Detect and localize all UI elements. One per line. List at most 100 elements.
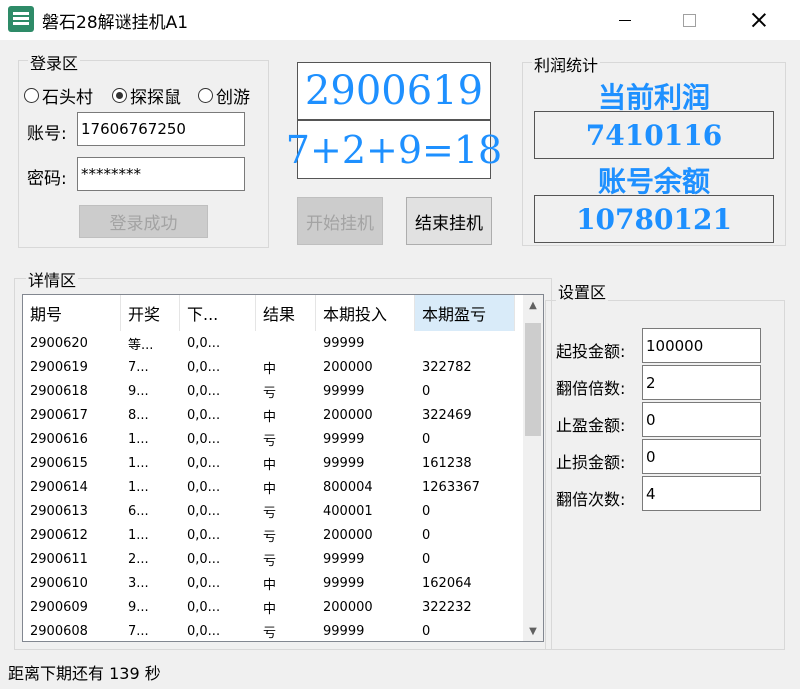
table-row[interactable]: 2900618 9... 0,0... 亏 99999 0 bbox=[23, 379, 523, 403]
cell-outcome: 中 bbox=[263, 577, 277, 593]
cell-result-number: 7... bbox=[128, 623, 149, 639]
cell-bet: 0,0... bbox=[187, 383, 221, 399]
cell-period: 2900612 bbox=[30, 527, 88, 543]
maximize-button[interactable] bbox=[660, 0, 718, 40]
col-header-outcome[interactable]: 结果 bbox=[256, 295, 316, 331]
cell-investment: 99999 bbox=[323, 383, 365, 399]
cell-outcome: 亏 bbox=[263, 433, 277, 449]
cell-investment: 99999 bbox=[323, 335, 365, 351]
cell-outcome: 亏 bbox=[263, 385, 277, 401]
radio-chuangyou[interactable]: 创游 bbox=[198, 83, 250, 108]
cell-bet: 0,0... bbox=[187, 431, 221, 447]
table-row[interactable]: 2900619 7... 0,0... 中 200000 322782 bbox=[23, 355, 523, 379]
take-profit-input[interactable]: 0 bbox=[642, 402, 761, 437]
take-profit-label: 止盈金额: bbox=[556, 416, 626, 435]
current-profit-title: 当前利润 bbox=[597, 81, 710, 114]
start-amount-input[interactable]: 100000 bbox=[642, 328, 761, 363]
cell-bet: 0,0... bbox=[187, 575, 221, 591]
cell-result-number: 9... bbox=[128, 383, 149, 399]
cell-period: 2900609 bbox=[30, 599, 88, 615]
close-button[interactable] bbox=[730, 0, 788, 40]
table-row[interactable]: 2900613 6... 0,0... 亏 400001 0 bbox=[23, 499, 523, 523]
cell-investment: 99999 bbox=[323, 623, 365, 639]
table-row[interactable]: 2900609 9... 0,0... 中 200000 322232 bbox=[23, 595, 523, 619]
table-row[interactable]: 2900615 1... 0,0... 中 99999 161238 bbox=[23, 451, 523, 475]
start-button[interactable]: 开始挂机 bbox=[297, 197, 383, 245]
cell-investment: 99999 bbox=[323, 431, 365, 447]
cell-investment: 99999 bbox=[323, 551, 365, 567]
cell-bet: 0,0... bbox=[187, 335, 221, 351]
status-bar: 距离下期还有 139 秒 bbox=[8, 663, 161, 683]
cell-profit: 161238 bbox=[422, 455, 472, 471]
cell-bet: 0,0... bbox=[187, 527, 221, 543]
cell-outcome: 中 bbox=[263, 481, 277, 497]
col-header-bet[interactable]: 下... bbox=[180, 295, 256, 331]
double-count-input[interactable]: 4 bbox=[642, 476, 761, 511]
cell-period: 2900615 bbox=[30, 455, 88, 471]
minimize-button[interactable] bbox=[596, 0, 654, 40]
col-header-period[interactable]: 期号 bbox=[23, 295, 121, 331]
vertical-scrollbar[interactable]: ▲ ▼ bbox=[523, 295, 543, 641]
title-bar: 磐石28解谜挂机A1 bbox=[0, 0, 800, 40]
cell-period: 2900611 bbox=[30, 551, 88, 567]
settings-group-label: 设置区 bbox=[556, 279, 609, 303]
cell-result-number: 等... bbox=[128, 337, 154, 353]
cell-period: 2900616 bbox=[30, 431, 88, 447]
col-header-investment[interactable]: 本期投入 bbox=[316, 295, 415, 331]
cell-outcome: 亏 bbox=[263, 625, 277, 641]
cell-period: 2900614 bbox=[30, 479, 88, 495]
cell-outcome: 亏 bbox=[263, 505, 277, 521]
minimize-icon bbox=[619, 19, 631, 21]
balance-title: 账号余额 bbox=[597, 165, 710, 198]
cell-period: 2900613 bbox=[30, 503, 88, 519]
stop-button[interactable]: 结束挂机 bbox=[406, 197, 492, 245]
cell-period: 2900610 bbox=[30, 575, 88, 591]
scroll-thumb[interactable] bbox=[525, 323, 541, 436]
table-row[interactable]: 2900620 等... 0,0... 99999 bbox=[23, 331, 523, 355]
scroll-up-icon[interactable]: ▲ bbox=[523, 295, 543, 315]
cell-result-number: 2... bbox=[128, 551, 149, 567]
cell-outcome: 亏 bbox=[263, 529, 277, 545]
cell-investment: 200000 bbox=[323, 359, 373, 375]
stop-loss-label: 止损金额: bbox=[556, 453, 626, 472]
stop-loss-input[interactable]: 0 bbox=[642, 439, 761, 474]
cell-result-number: 3... bbox=[128, 575, 149, 591]
cell-profit: 0 bbox=[422, 383, 431, 399]
col-header-profit[interactable]: 本期盈亏 bbox=[415, 295, 515, 331]
cell-bet: 0,0... bbox=[187, 551, 221, 567]
col-header-result-number[interactable]: 开奖 bbox=[121, 295, 180, 331]
details-table[interactable]: 期号 开奖 下... 结果 本期投入 本期盈亏 2900620 等... 0,0..… bbox=[22, 294, 544, 642]
scroll-down-icon[interactable]: ▼ bbox=[523, 621, 543, 641]
table-row[interactable]: 2900612 1... 0,0... 亏 200000 0 bbox=[23, 523, 523, 547]
cell-result-number: 7... bbox=[128, 359, 149, 375]
radio-tantanshu[interactable]: 探探鼠 bbox=[112, 83, 181, 108]
table-row[interactable]: 2900614 1... 0,0... 中 800004 1263367 bbox=[23, 475, 523, 499]
cell-investment: 200000 bbox=[323, 407, 373, 423]
cell-period: 2900617 bbox=[30, 407, 88, 423]
table-body: 2900620 等... 0,0... 99999 2900619 7... 0,0... 中… bbox=[23, 331, 523, 641]
cell-bet: 0,0... bbox=[187, 407, 221, 423]
radio-indicator bbox=[198, 88, 213, 103]
cell-outcome bbox=[256, 331, 316, 355]
table-row[interactable]: 2900617 8... 0,0... 中 200000 322469 bbox=[23, 403, 523, 427]
account-label: 账号: bbox=[27, 124, 67, 144]
account-input[interactable]: 17606767250 bbox=[77, 112, 245, 146]
cell-period: 2900619 bbox=[30, 359, 88, 375]
cell-profit: 322232 bbox=[422, 599, 472, 615]
cell-bet: 0,0... bbox=[187, 455, 221, 471]
login-button[interactable]: 登录成功 bbox=[79, 205, 208, 238]
password-input[interactable]: ******** bbox=[77, 157, 245, 191]
cell-bet: 0,0... bbox=[187, 479, 221, 495]
password-label: 密码: bbox=[27, 169, 67, 189]
table-row[interactable]: 2900616 1... 0,0... 亏 99999 0 bbox=[23, 427, 523, 451]
table-row[interactable]: 2900611 2... 0,0... 亏 99999 0 bbox=[23, 547, 523, 571]
multiplier-input[interactable]: 2 bbox=[642, 365, 761, 400]
table-row[interactable]: 2900608 7... 0,0... 亏 99999 0 bbox=[23, 619, 523, 641]
cell-investment: 99999 bbox=[323, 455, 365, 471]
cell-profit bbox=[415, 331, 515, 355]
cell-bet: 0,0... bbox=[187, 503, 221, 519]
table-row[interactable]: 2900610 3... 0,0... 中 99999 162064 bbox=[23, 571, 523, 595]
radio-shitoucun[interactable]: 石头村 bbox=[24, 83, 93, 108]
cell-result-number: 8... bbox=[128, 407, 149, 423]
cell-profit: 0 bbox=[422, 503, 431, 519]
